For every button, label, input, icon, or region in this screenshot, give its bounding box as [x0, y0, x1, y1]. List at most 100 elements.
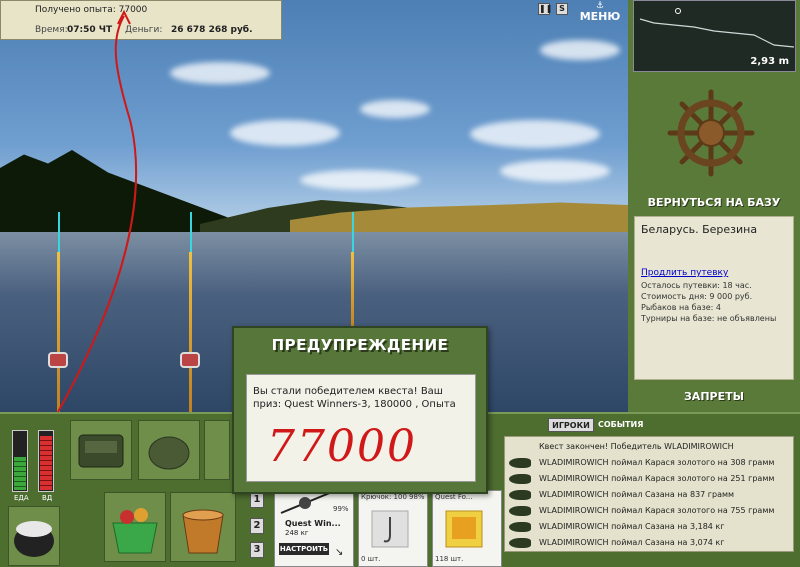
ship-wheel-icon[interactable] [666, 88, 756, 178]
hook-stat: 98% [409, 493, 425, 501]
event-row: WLADIMIROWICH поймал Сазана на 3,074 кг [505, 535, 795, 551]
fish-icon [509, 506, 531, 516]
time-value: 07:50 ЧТ [67, 25, 113, 35]
slot-button-3[interactable]: 3 [250, 542, 264, 558]
food-bar [12, 430, 28, 492]
permit-remaining: Осталось путевки: 18 час. [641, 281, 752, 290]
fish-icon [509, 490, 531, 500]
location-info: Беларусь. Березина Продлить путевку Оста… [634, 216, 794, 380]
sack-slot[interactable] [138, 420, 200, 480]
anchor-icon: ⚓ [595, 1, 605, 11]
day-cost: Стоимость дня: 9 000 руб. [641, 292, 753, 301]
rod-tip [352, 212, 354, 252]
event-row: WLADIMIROWICH поймал Карася золотого на … [505, 471, 795, 487]
vd-label: ВД [42, 494, 53, 502]
bait-title: Quest Fo... [435, 493, 473, 501]
event-row: WLADIMIROWICH поймал Сазана на 837 грамм [505, 487, 795, 503]
event-text: WLADIMIROWICH поймал Карася золотого на … [539, 458, 775, 467]
vd-bar-fill [40, 436, 52, 490]
experience-value: 77000 [118, 5, 148, 15]
fish-icon [509, 538, 531, 548]
tackle-percent: 99% [333, 505, 349, 513]
fishing-rod-2[interactable] [189, 252, 192, 412]
menu-label: МЕНЮ [579, 10, 621, 23]
extend-permit-link[interactable]: Продлить путевку [641, 268, 787, 278]
vd-bar [38, 430, 54, 492]
hook-count: 0 шт. [361, 555, 381, 563]
experience-label: Получено опыта: [35, 5, 116, 15]
reel-icon[interactable] [180, 352, 200, 368]
location-name: Беларусь. Березина [641, 223, 758, 236]
depth-value: 2,93 m [750, 56, 789, 67]
events-list: Квест закончен! Победитель WLADIMIROWICH… [504, 436, 794, 552]
fish-sack-icon [148, 436, 190, 470]
cloud [360, 100, 430, 118]
fish-icon [509, 458, 531, 468]
cloud [170, 62, 270, 84]
bans-button[interactable]: ЗАПРЕТЫ [628, 390, 800, 403]
net-slot[interactable] [204, 420, 230, 480]
event-text: WLADIMIROWICH поймал Карася золотого на … [539, 506, 775, 515]
cloud [230, 120, 340, 146]
wooden-bucket-icon [182, 509, 224, 554]
cauldron-icon [14, 521, 54, 557]
tackle-bag-icon [78, 434, 124, 468]
vegetable-basket-icon [112, 508, 158, 554]
warning-title: ПРЕДУПРЕЖДЕНИЕ [271, 336, 449, 354]
food-bar-fill [14, 457, 26, 490]
depth-map: 2,93 m [633, 0, 796, 72]
cloud [500, 160, 610, 182]
event-row: Квест закончен! Победитель WLADIMIROWICH [505, 439, 795, 455]
bait-count: 118 шт. [435, 555, 464, 563]
cloud [470, 120, 600, 148]
tackle-weight: 248 кг [285, 529, 309, 537]
time-label: Время: [35, 25, 68, 35]
expand-arrow-icon[interactable]: ↘ [335, 547, 343, 558]
fishing-rod-1[interactable] [57, 252, 60, 412]
cloud [300, 170, 420, 190]
tackle-name: Quest Win... [285, 519, 341, 528]
info-panel: Получено опыта: 77000 Время: 07:50 ЧТ Де… [0, 0, 282, 40]
money-value: 26 678 268 руб. [171, 25, 253, 35]
menu-button[interactable]: ⚓ МЕНЮ [578, 1, 622, 24]
warning-dialog[interactable]: ПРЕДУПРЕЖДЕНИЕ Вы стали победителем квес… [232, 326, 488, 494]
slot-button-2[interactable]: 2 [250, 518, 264, 534]
return-to-base-button[interactable]: ВЕРНУТЬСЯ НА БАЗУ [628, 196, 800, 209]
cloud [540, 40, 620, 60]
handwritten-annotation: 77000 [267, 421, 417, 472]
groundbait-slot[interactable] [104, 492, 166, 562]
hook-title: Крючок: 100 [361, 493, 407, 501]
slot-button-1[interactable]: 1 [250, 492, 264, 508]
anglers-count: Рыбаков на базе: 4 [641, 303, 721, 312]
bucket-slot[interactable] [170, 492, 236, 562]
warning-message: Вы стали победителем квеста! Ваш приз: Q… [253, 386, 456, 410]
float-marker-icon [675, 8, 681, 14]
event-text: WLADIMIROWICH поймал Сазана на 3,074 кг [539, 538, 725, 547]
rod-tip [190, 212, 192, 252]
money-label: Деньги: [125, 25, 163, 35]
bait-card[interactable]: Quest Fo... 118 шт. [432, 490, 502, 567]
fishing-rod-3[interactable] [351, 252, 354, 332]
food-label: ЕДА [14, 494, 29, 502]
event-row: WLADIMIROWICH поймал Сазана на 3,184 кг [505, 519, 795, 535]
event-text: Квест закончен! Победитель WLADIMIROWICH [539, 442, 734, 451]
tab-events[interactable]: СОБЫТИЯ [598, 420, 643, 429]
event-row: WLADIMIROWICH поймал Карася золотого на … [505, 503, 795, 519]
event-text: WLADIMIROWICH поймал Сазана на 837 грамм [539, 490, 735, 499]
tab-players[interactable]: ИГРОКИ [548, 418, 594, 432]
pause-icon[interactable]: ❚❚ [538, 3, 552, 15]
right-panel: 2,93 m ВЕРНУТЬСЯ НА БАЗУ Беларусь. Берез… [628, 0, 800, 412]
hook-icon [371, 510, 409, 548]
bag-slot[interactable] [70, 420, 132, 480]
sound-button[interactable]: S [556, 3, 568, 15]
setup-button[interactable]: НАСТРОИТЬ [279, 543, 329, 555]
event-row: WLADIMIROWICH поймал Карася золотого на … [505, 455, 795, 471]
rod-tip [58, 212, 60, 252]
reel-icon[interactable] [48, 352, 68, 368]
tournaments-info: Турниры на базе: не объявлены [641, 314, 777, 323]
hook-card[interactable]: Крючок: 100 98% 0 шт. [358, 490, 428, 567]
fish-icon [509, 474, 531, 484]
bait-pack-icon [445, 510, 483, 548]
event-text: WLADIMIROWICH поймал Сазана на 3,184 кг [539, 522, 725, 531]
cauldron-slot[interactable] [8, 506, 60, 566]
